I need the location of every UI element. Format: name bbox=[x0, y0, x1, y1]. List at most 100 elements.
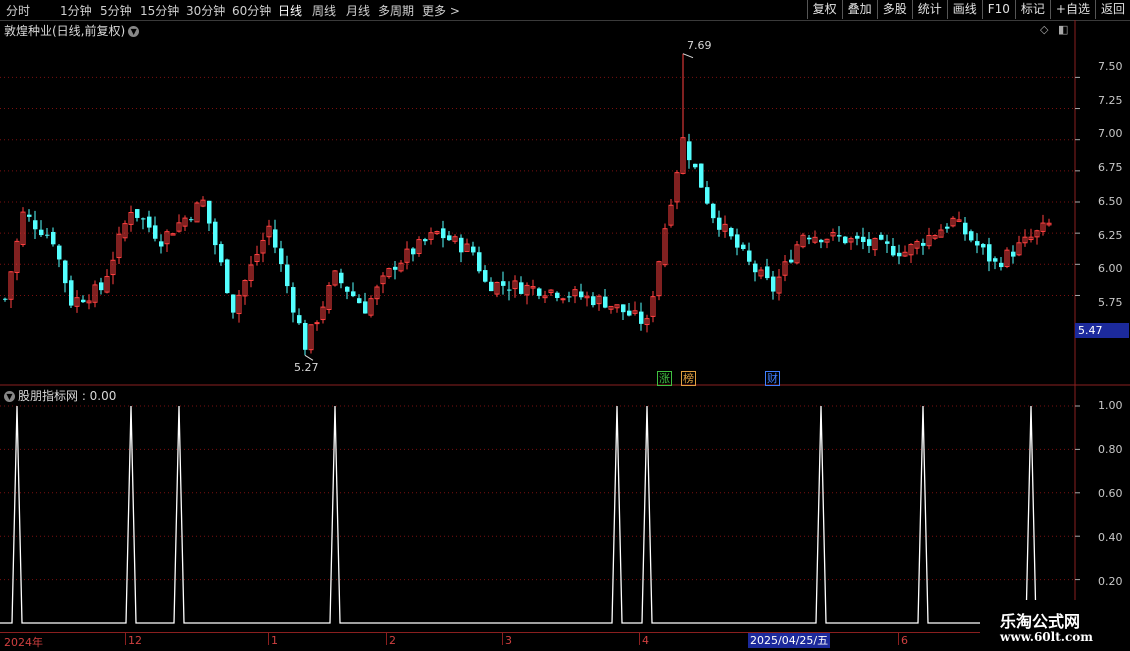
date-label: 4 bbox=[642, 634, 649, 647]
candle-down bbox=[303, 322, 308, 350]
candle-down bbox=[555, 292, 560, 298]
diamond-icon[interactable]: ◇ bbox=[1040, 23, 1048, 36]
candle-down bbox=[357, 298, 362, 304]
finance-badge[interactable]: 财 bbox=[765, 371, 780, 386]
date-label: 3 bbox=[505, 634, 512, 647]
candle-down bbox=[507, 289, 512, 291]
candle-down bbox=[447, 235, 452, 241]
candle-down bbox=[489, 281, 494, 292]
candle-down bbox=[921, 242, 926, 246]
candle-down bbox=[765, 266, 770, 279]
candle-down bbox=[603, 296, 608, 308]
candle-down bbox=[747, 250, 752, 262]
indicator-tick: 0.60 bbox=[1098, 487, 1123, 500]
candle-down bbox=[3, 298, 8, 300]
candle-down bbox=[861, 236, 866, 242]
date-tick bbox=[125, 633, 126, 645]
price-tick: 6.00 bbox=[1098, 262, 1123, 275]
candle-down bbox=[729, 227, 734, 237]
candle-down bbox=[189, 219, 194, 221]
candle-down bbox=[135, 209, 140, 218]
candle-down bbox=[207, 200, 212, 224]
price-tick: 7.50 bbox=[1098, 60, 1123, 73]
candle-down bbox=[705, 187, 710, 204]
candle-down bbox=[225, 259, 230, 294]
candle-down bbox=[741, 244, 746, 249]
candle-down bbox=[471, 246, 476, 253]
candle-down bbox=[213, 221, 218, 246]
price-tick: 6.25 bbox=[1098, 229, 1123, 242]
candle-down bbox=[963, 222, 968, 235]
candle-down bbox=[45, 234, 50, 236]
high-pointer bbox=[682, 53, 694, 59]
candle-down bbox=[687, 141, 692, 161]
candle-down bbox=[351, 291, 356, 297]
candle-down bbox=[501, 281, 506, 286]
candle-down bbox=[537, 288, 542, 296]
candle-down bbox=[363, 301, 368, 314]
chevron-down-icon[interactable]: ▼ bbox=[4, 391, 15, 402]
candle-down bbox=[81, 299, 86, 303]
candle-down bbox=[891, 245, 896, 256]
candle-down bbox=[219, 244, 224, 263]
candle-down bbox=[393, 266, 398, 270]
candle-down bbox=[945, 226, 950, 229]
candle-down bbox=[621, 304, 626, 313]
candle-down bbox=[63, 260, 68, 284]
cursor-date-highlight: 2025/04/25/五 bbox=[748, 633, 831, 648]
ranking-badge[interactable]: 榜 bbox=[681, 371, 696, 386]
candle-down bbox=[855, 235, 860, 239]
candle-down bbox=[879, 234, 884, 240]
low-price-annotation: 5.27 bbox=[294, 361, 319, 374]
candle-down bbox=[1011, 251, 1016, 257]
indicator-tick: 1.00 bbox=[1098, 399, 1123, 412]
candle-down bbox=[981, 244, 986, 248]
candle-down bbox=[285, 264, 290, 287]
candle-down bbox=[147, 216, 152, 228]
price-tick: 6.75 bbox=[1098, 161, 1123, 174]
candle-down bbox=[159, 241, 164, 247]
candle-down bbox=[627, 310, 632, 316]
candle-down bbox=[885, 241, 890, 244]
candle-down bbox=[51, 231, 56, 245]
kline-chart[interactable] bbox=[0, 0, 1130, 650]
candle-down bbox=[993, 258, 998, 262]
indicator-title-text: 股朋指标网 : 0.00 bbox=[18, 389, 117, 403]
low-pointer bbox=[304, 354, 314, 361]
candle-up bbox=[560, 298, 566, 301]
date-label: 12 bbox=[128, 634, 142, 647]
candle-down bbox=[279, 248, 284, 265]
watermark-url: www.60lt.com bbox=[1000, 630, 1093, 644]
date-axis: 2024年 12 1 2 3 4 2025/04/25/五 6 bbox=[0, 632, 1075, 651]
indicator-tick: 0.40 bbox=[1098, 531, 1123, 544]
candle-down bbox=[339, 272, 344, 284]
candle-down bbox=[987, 244, 992, 262]
date-label: 2024年 bbox=[4, 636, 43, 649]
indicator-tick: 0.20 bbox=[1098, 575, 1123, 588]
candle-down bbox=[897, 252, 902, 257]
candle-down bbox=[99, 282, 104, 291]
candle-down bbox=[153, 225, 158, 239]
limit-up-badge[interactable]: 涨 bbox=[657, 371, 672, 386]
current-price-tag: 5.47 bbox=[1075, 323, 1129, 338]
date-tick bbox=[268, 633, 269, 645]
candle-down bbox=[291, 287, 296, 313]
candle-down bbox=[771, 276, 776, 292]
date-tick bbox=[502, 633, 503, 645]
indicator-tick: 0.80 bbox=[1098, 443, 1123, 456]
chevron-down-icon[interactable]: ▼ bbox=[128, 26, 140, 37]
watermark: 乐淘公式网 www.60lt.com bbox=[980, 600, 1130, 650]
candle-down bbox=[717, 217, 722, 230]
window-toggle-icon[interactable]: ◧ bbox=[1058, 23, 1068, 36]
price-tick: 7.25 bbox=[1098, 94, 1123, 107]
candle-down bbox=[33, 220, 38, 230]
candle-down bbox=[789, 259, 794, 263]
price-tick: 5.75 bbox=[1098, 296, 1123, 309]
candle-down bbox=[231, 294, 236, 313]
panel-controls: ◇ ◧ bbox=[1040, 23, 1068, 36]
candle-down bbox=[411, 248, 416, 255]
candle-down bbox=[639, 311, 644, 324]
indicator-line bbox=[0, 405, 1075, 624]
candle-down bbox=[483, 270, 488, 282]
candle-down bbox=[867, 239, 872, 246]
